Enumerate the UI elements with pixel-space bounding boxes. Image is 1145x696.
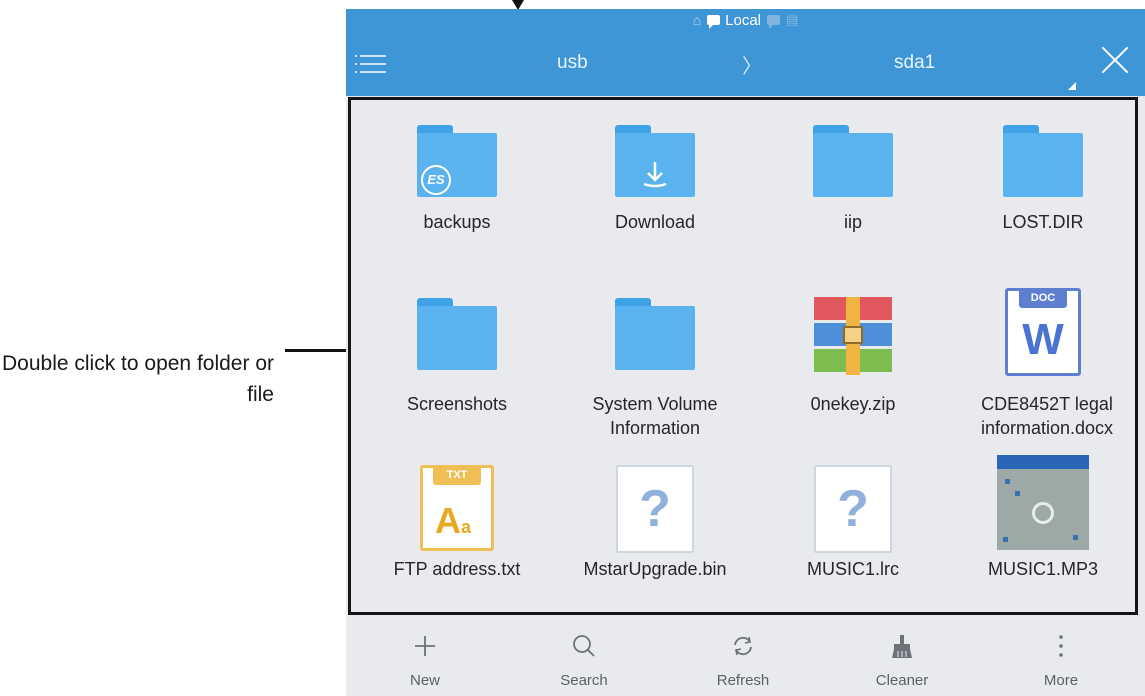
file-item-mstarupgrade-bin[interactable]: ? MstarUpgrade.bin	[556, 450, 754, 610]
breadcrumb-usb[interactable]: usb	[557, 52, 588, 74]
refresh-button[interactable]: Refresh	[664, 620, 822, 696]
audio-thumbnail-icon	[997, 455, 1089, 550]
file-name: MstarUpgrade.bin	[583, 559, 727, 579]
word-document-icon: DOC W	[1005, 288, 1081, 376]
txt-glyph-small: a	[461, 517, 472, 537]
file-name: LOST.DIR	[1002, 212, 1084, 232]
plus-icon	[415, 636, 435, 656]
folder-icon	[417, 298, 497, 370]
new-label: New	[409, 672, 440, 689]
file-name: MUSIC1.MP3	[987, 559, 1099, 579]
file-item-music1-mp3[interactable]: MUSIC1.MP3	[944, 450, 1142, 610]
txt-glyph: Aa	[435, 500, 471, 542]
location-label: Local	[725, 11, 762, 29]
unknown-glyph: ?	[639, 480, 671, 538]
refresh-label: Refresh	[716, 672, 770, 689]
callout-line	[285, 349, 351, 352]
file-name: FTP address.txt	[393, 559, 521, 579]
file-name: 0nekey.zip	[810, 394, 896, 414]
location-indicator[interactable]: Local	[707, 12, 761, 29]
search-label: Search	[560, 672, 608, 689]
folder-icon	[615, 298, 695, 370]
file-item-iip[interactable]: iip	[754, 100, 952, 260]
file-name: Download	[614, 212, 696, 232]
search-button[interactable]: Search	[505, 620, 663, 696]
chat-icon	[707, 15, 721, 29]
search-icon	[573, 635, 595, 657]
file-name: System Volume Information	[592, 394, 718, 438]
file-name: MUSIC1.lrc	[806, 559, 899, 579]
file-item-screenshots[interactable]: Screenshots	[358, 280, 556, 440]
txt-glyph-large: A	[435, 500, 461, 541]
file-item-legal-information-docx[interactable]: DOC W CDE8452T legal information.docx	[944, 280, 1142, 440]
callout-label: Double click to open folder or file	[2, 352, 274, 406]
breadcrumb-separator-icon: 〉	[742, 56, 762, 78]
file-name: CDE8452T legal information.docx	[980, 394, 1114, 438]
text-file-icon: TXT Aa	[420, 465, 494, 551]
cleaner-label: Cleaner	[875, 672, 929, 689]
close-icon[interactable]	[1100, 45, 1130, 75]
file-grid: ES backups Download iip LOST.DIR Screens…	[348, 97, 1138, 615]
download-arrow-icon	[643, 162, 667, 188]
home-icon[interactable]: ⌂	[693, 12, 701, 28]
es-badge-icon: ES	[421, 165, 451, 195]
file-item-lost-dir[interactable]: LOST.DIR	[944, 100, 1142, 260]
unknown-glyph: ?	[837, 480, 869, 538]
doc-tag: DOC	[1019, 288, 1067, 308]
broom-icon	[892, 635, 912, 658]
refresh-icon	[734, 636, 752, 656]
unknown-file-icon: ?	[616, 465, 694, 553]
file-manager-window: ⌂ Local ▤ usb 〉 sda1 ES backups Download…	[346, 9, 1145, 696]
file-item-ftp-address-txt[interactable]: TXT Aa FTP address.txt	[358, 450, 556, 610]
more-button[interactable]: More	[982, 620, 1140, 696]
folder-icon	[813, 125, 893, 197]
folder-icon	[615, 125, 695, 197]
resize-handle-icon[interactable]	[1068, 82, 1076, 90]
file-name: Screenshots	[406, 394, 508, 414]
file-item-onekey-zip[interactable]: 0nekey.zip	[754, 280, 952, 440]
txt-tag: TXT	[433, 465, 481, 485]
more-label: More	[1043, 672, 1079, 689]
file-item-download[interactable]: Download	[556, 100, 754, 260]
folder-icon	[1003, 125, 1083, 197]
file-item-system-volume-information[interactable]: System Volume Information	[556, 280, 754, 440]
unknown-file-icon: ?	[814, 465, 892, 553]
bottom-action-bar: New Search Refresh Cleaner More	[346, 620, 1145, 696]
hamburger-menu-icon[interactable]	[355, 51, 388, 77]
cleaner-button[interactable]: Cleaner	[823, 620, 981, 696]
file-name: backups	[423, 212, 491, 232]
headphones-icon	[1032, 502, 1054, 524]
folder-icon: ES	[417, 125, 497, 197]
file-item-music1-lrc[interactable]: ? MUSIC1.lrc	[754, 450, 952, 610]
file-item-backups[interactable]: ES backups	[358, 100, 556, 260]
more-vertical-icon	[1059, 635, 1063, 657]
status-bar: ⌂ Local ▤	[346, 9, 1145, 31]
zip-archive-icon	[814, 297, 892, 375]
new-button[interactable]: New	[346, 620, 504, 696]
printer-icon[interactable]: ▤	[786, 12, 798, 28]
doc-glyph: W	[1022, 315, 1064, 364]
toolbar: usb 〉 sda1	[346, 31, 1145, 96]
file-name: iip	[843, 212, 862, 232]
breadcrumb-sda1[interactable]: sda1	[894, 52, 935, 74]
chat-icon[interactable]	[767, 15, 781, 29]
